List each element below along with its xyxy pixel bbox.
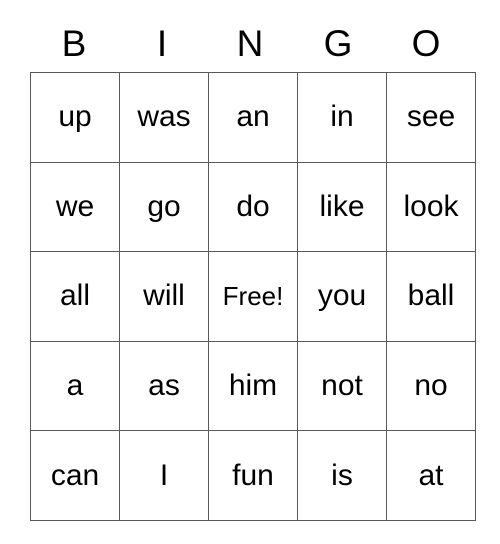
bingo-cell[interactable]: as: [119, 340, 209, 432]
bingo-grid: up was an in see we go do like look all …: [30, 72, 476, 521]
bingo-header-row: B I N G O: [30, 14, 470, 72]
bingo-cell[interactable]: go: [119, 161, 209, 253]
bingo-cell[interactable]: you: [297, 251, 387, 342]
bingo-cell[interactable]: like: [297, 161, 387, 253]
bingo-cell[interactable]: ball: [386, 251, 476, 342]
bingo-cell[interactable]: up: [30, 72, 120, 163]
bingo-cell[interactable]: fun: [208, 430, 298, 521]
bingo-cell[interactable]: a: [30, 340, 120, 432]
bingo-cell[interactable]: can: [30, 430, 120, 521]
header-letter-o: O: [411, 22, 441, 64]
bingo-cell[interactable]: is: [297, 430, 387, 521]
bingo-row: we go do like look: [30, 161, 476, 253]
bingo-cell[interactable]: in: [297, 72, 387, 163]
bingo-free-space-cell[interactable]: Free!: [208, 251, 298, 342]
bingo-cell[interactable]: was: [119, 72, 209, 163]
bingo-cell[interactable]: no: [386, 340, 476, 432]
bingo-cell[interactable]: an: [208, 72, 298, 163]
bingo-card: B I N G O up was an in see we go do like…: [0, 0, 500, 544]
bingo-cell[interactable]: not: [297, 340, 387, 432]
bingo-cell[interactable]: all: [30, 251, 120, 342]
bingo-cell[interactable]: I: [119, 430, 209, 521]
bingo-row: a as him not no: [30, 340, 476, 432]
header-letter-i: I: [156, 22, 168, 64]
bingo-row: all will Free! you ball: [30, 251, 476, 342]
bingo-row: can I fun is at: [30, 430, 476, 521]
bingo-cell[interactable]: we: [30, 161, 120, 253]
bingo-cell[interactable]: him: [208, 340, 298, 432]
bingo-cell[interactable]: at: [386, 430, 476, 521]
bingo-cell[interactable]: look: [386, 161, 476, 253]
header-letter-g: G: [323, 22, 353, 64]
bingo-cell[interactable]: will: [119, 251, 209, 342]
header-letter-n: N: [236, 22, 264, 64]
bingo-cell[interactable]: do: [208, 161, 298, 253]
header-letter-b: B: [61, 22, 87, 64]
bingo-cell[interactable]: see: [386, 72, 476, 163]
bingo-row: up was an in see: [30, 72, 476, 163]
